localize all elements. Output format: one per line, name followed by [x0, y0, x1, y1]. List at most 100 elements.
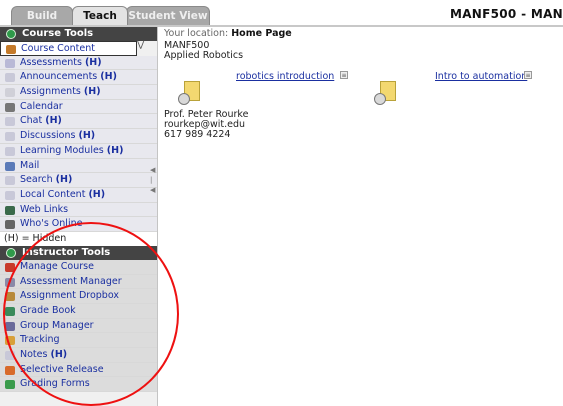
instructor-tools-header[interactable]: Instructor Tools	[0, 245, 157, 260]
learning-module-icon	[5, 146, 15, 156]
home-icon	[6, 45, 16, 54]
discussion-icon	[5, 132, 15, 142]
local-content-icon	[5, 190, 15, 200]
sidebar-item-notes[interactable]: Notes (H)	[0, 348, 157, 363]
sidebar-item-assessment-manager[interactable]: Assessment Manager	[0, 274, 157, 290]
sidebar-item-selective-release[interactable]: Selective Release	[0, 362, 157, 378]
hidden-marker: (H)	[106, 144, 124, 156]
sidebar-item-grading-forms[interactable]: Grading Forms	[0, 377, 157, 393]
course-tools-title: Course Tools	[22, 28, 94, 39]
sidebar-item-label: Grade Book	[20, 305, 76, 316]
hidden-marker: (H)	[78, 130, 96, 142]
sidebar-item-grade-book[interactable]: Grade Book	[0, 304, 157, 319]
group-manager-icon	[5, 321, 15, 331]
chat-icon	[5, 117, 15, 127]
sidebar-item-chat[interactable]: Chat (H)	[0, 114, 157, 130]
sidebar-item-label: Chat	[20, 115, 43, 127]
course-tools-header[interactable]: Course Tools	[0, 27, 157, 41]
tab-build[interactable]: Build	[11, 6, 73, 25]
content-link[interactable]: Intro to automation	[435, 71, 527, 82]
hidden-marker: (H)	[45, 115, 62, 127]
sidebar-item-label: Calendar	[20, 100, 63, 112]
sidebar-item-tracking[interactable]: Tracking	[0, 333, 157, 349]
content-link[interactable]: robotics introduction	[236, 71, 334, 82]
sidebar-item-local-content[interactable]: Local Content (H)	[0, 187, 157, 203]
sidebar-item-label: Assignment Dropbox	[20, 290, 119, 302]
selective-release-icon	[5, 365, 15, 375]
sidebar-item-label: Local Content	[20, 188, 86, 200]
main-content: Your location: Home Page MANF500 Applied…	[164, 28, 563, 406]
sidebar-item-label: Selective Release	[20, 363, 104, 375]
course-info: MANF500 Applied Robotics	[164, 41, 563, 61]
sidebar-item-label: Course Content	[21, 43, 95, 54]
sidebar-item-calendar[interactable]: Calendar	[0, 99, 157, 115]
instructor-tools-menu: Manage Course Assessment Manager Assignm…	[0, 259, 157, 393]
collapse-toggle-icon[interactable]	[6, 29, 16, 39]
instructor-contact: Prof. Peter Rourke rourkep@wit.edu 617 9…	[164, 110, 248, 140]
search-icon	[5, 176, 15, 186]
sidebar-item-label: Manage Course	[20, 260, 94, 272]
sidebar-item-manage-course[interactable]: Manage Course	[0, 259, 157, 275]
sidebar-item-assignment-dropbox[interactable]: Assignment Dropbox	[0, 289, 157, 304]
assessment-icon	[5, 58, 15, 68]
sidebar-item-mail[interactable]: Mail	[0, 158, 157, 174]
whos-online-icon	[5, 220, 15, 230]
sidebar-item-whos-online[interactable]: Who's Online	[0, 217, 157, 232]
mail-icon	[5, 161, 15, 171]
sidebar-item-label: Tracking	[20, 334, 60, 346]
action-menu-icon[interactable]: ≡	[524, 71, 532, 79]
sidebar-item-label: Mail	[20, 159, 40, 171]
sidebar-item-label: Who's Online	[20, 218, 83, 230]
hidden-marker: (H)	[50, 349, 68, 361]
instructor-phone: 617 989 4224	[164, 129, 231, 140]
grade-book-icon	[5, 307, 15, 316]
hidden-marker: (H)	[83, 86, 101, 98]
hidden-marker: (H)	[100, 71, 117, 83]
instructor-tools-title: Instructor Tools	[22, 246, 111, 258]
sidebar-item-search[interactable]: Search (H)	[0, 173, 157, 188]
sidebar-item-label: Assessment Manager	[20, 275, 122, 287]
sidebar-item-web-links[interactable]: Web Links	[0, 202, 157, 218]
document-icon[interactable]	[372, 81, 402, 109]
calendar-icon	[5, 102, 15, 112]
panel-collapse-arrows[interactable]: ◀ | ◀	[150, 165, 156, 195]
chevron-down-icon[interactable]: ⋁	[137, 40, 144, 50]
sidebar-item-assignments[interactable]: Assignments (H)	[0, 85, 157, 100]
announcement-icon	[5, 73, 15, 83]
tracking-icon	[5, 336, 15, 346]
web-links-icon	[5, 205, 15, 215]
sidebar-item-learning-modules[interactable]: Learning Modules (H)	[0, 143, 157, 159]
sidebar-item-label: Grading Forms	[20, 378, 90, 390]
action-menu-icon[interactable]: ≡	[340, 71, 348, 79]
grading-forms-icon	[5, 380, 15, 390]
sidebar-item-label: Learning Modules	[20, 144, 104, 156]
top-bar: Build Teach Student View MANF500 - MAN	[0, 0, 563, 27]
collapse-toggle-icon[interactable]	[6, 247, 16, 258]
sidebar-item-label: Assignments	[20, 86, 81, 98]
tab-student-view[interactable]: Student View	[126, 6, 210, 25]
sidebar-item-label: Group Manager	[20, 319, 94, 331]
hidden-marker: (H)	[55, 174, 73, 186]
document-icon[interactable]	[176, 81, 206, 109]
sidebar-item-label: Search	[20, 174, 53, 186]
course-title: MANF500 - MAN	[449, 7, 563, 21]
assessment-manager-icon	[5, 277, 15, 287]
location-label: Your location:	[164, 28, 229, 39]
sidebar-item-course-content[interactable]: Course Content	[0, 41, 137, 56]
sidebar-item-assessments[interactable]: Assessments (H)	[0, 55, 157, 71]
breadcrumb: Your location: Home Page	[164, 28, 563, 41]
sidebar-item-group-manager[interactable]: Group Manager	[0, 318, 157, 334]
sidebar-item-label: Announcements	[20, 71, 98, 83]
tab-teach[interactable]: Teach	[72, 6, 128, 25]
sidebar: Course Tools Course Content Assessments …	[0, 27, 158, 406]
location-value: Home Page	[231, 28, 292, 39]
sidebar-item-announcements[interactable]: Announcements (H)	[0, 70, 157, 86]
course-name: Applied Robotics	[164, 50, 244, 61]
notes-icon	[5, 351, 15, 361]
sidebar-item-label: Notes	[20, 349, 48, 361]
instructor-tools-panel: Instructor Tools Manage Course Assessmen…	[0, 245, 157, 393]
assignment-icon	[5, 88, 15, 98]
sidebar-item-label: Assessments	[20, 56, 82, 68]
hidden-marker: (H)	[84, 56, 102, 68]
sidebar-item-discussions[interactable]: Discussions (H)	[0, 129, 157, 144]
